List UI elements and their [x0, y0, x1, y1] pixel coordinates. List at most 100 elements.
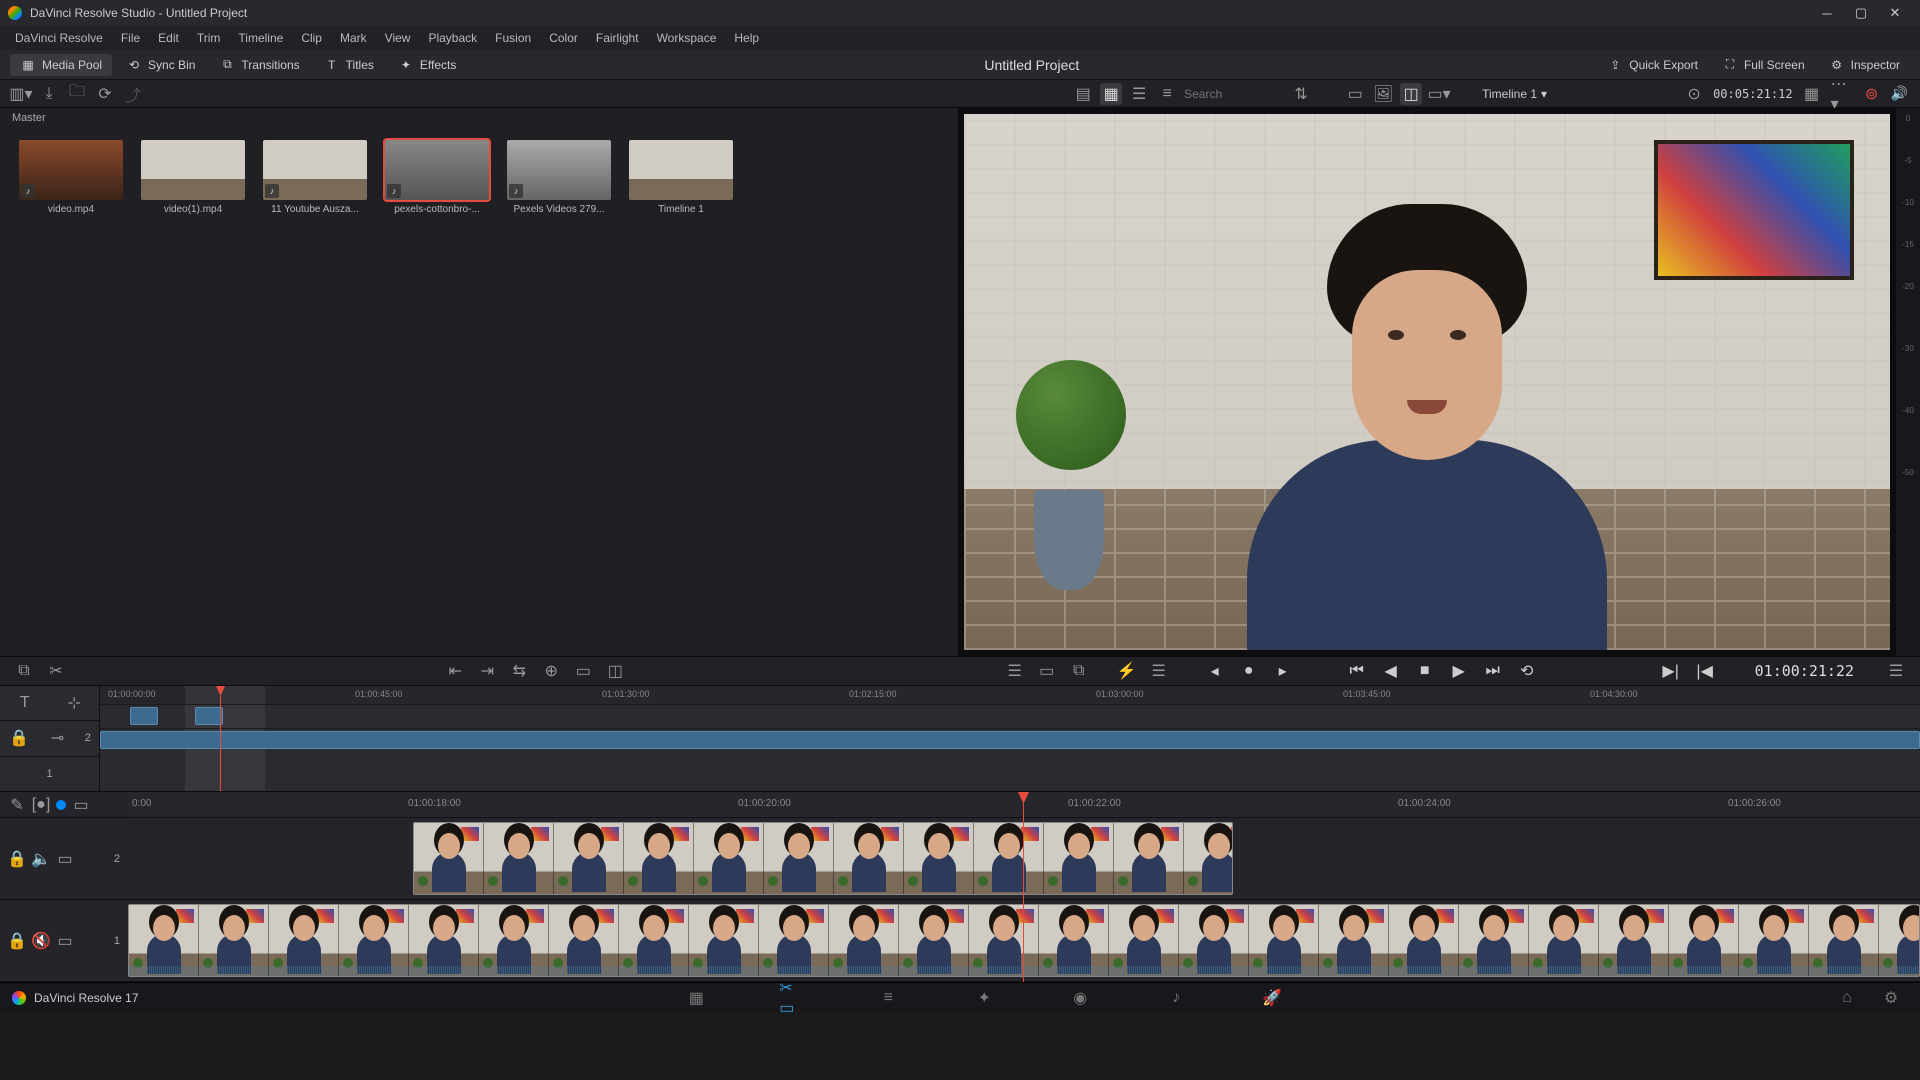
boring-detector-button[interactable]: ⧉	[12, 660, 36, 682]
bin-name[interactable]: Master	[0, 108, 958, 130]
flag-button[interactable]: ▭	[72, 796, 90, 814]
source-overwrite-button[interactable]: ◫	[603, 660, 627, 682]
dual-viewer-button[interactable]: ◫	[1400, 83, 1422, 105]
loop-button[interactable]: ⊚	[1861, 83, 1883, 105]
import-media-button[interactable]: ⤓	[38, 83, 60, 105]
close-button[interactable]: ✕	[1878, 3, 1912, 23]
viewer-options-button[interactable]: ▦	[1801, 83, 1823, 105]
prev-edit-button[interactable]: |◀	[1693, 659, 1717, 683]
video-track-2[interactable]	[128, 818, 1920, 900]
full-screen-button[interactable]: ⛶Full Screen	[1712, 54, 1815, 76]
menu-color[interactable]: Color	[540, 31, 587, 45]
marker-color-indicator[interactable]	[56, 800, 66, 810]
timeline-mode-b-button[interactable]: ⊹	[63, 692, 85, 714]
media-page-button[interactable]: ▦	[683, 985, 709, 1011]
menu-trim[interactable]: Trim	[188, 31, 230, 45]
timeline-view-options-button[interactable]: ☰	[1884, 660, 1908, 682]
track-mute-v1[interactable]: 🔇	[32, 932, 50, 950]
menu-help[interactable]: Help	[725, 31, 768, 45]
jog-right-button[interactable]: ▸	[1271, 659, 1295, 683]
record-timecode[interactable]: 01:00:21:22	[1737, 662, 1872, 680]
strip-view-button[interactable]: ☰	[1128, 83, 1150, 105]
media-clip-item[interactable]: video(1).mp4	[138, 140, 248, 215]
upper-timeline-body[interactable]: 01:00:00:00 01:00:45:00 01:01:30:00 01:0…	[100, 686, 1920, 791]
menu-file[interactable]: File	[112, 31, 149, 45]
media-clip-item[interactable]: ♪video.mp4	[16, 140, 126, 215]
media-clip-item[interactable]: ♪pexels-cottonbro-...	[382, 140, 492, 215]
place-on-top-button[interactable]: ▭	[571, 660, 595, 682]
track-mute-v2[interactable]: 🔈	[32, 850, 50, 868]
video-track-1[interactable]	[128, 900, 1920, 982]
loop-playback-button[interactable]: ⟲	[1515, 659, 1539, 683]
home-button[interactable]: ⌂	[1834, 985, 1860, 1011]
first-frame-button[interactable]: ⏮	[1345, 659, 1369, 683]
color-page-button[interactable]: ◉	[1067, 985, 1093, 1011]
timeline-mode-a-button[interactable]: T	[14, 692, 36, 714]
prev-frame-button[interactable]: ◀	[1379, 659, 1403, 683]
menu-edit[interactable]: Edit	[149, 31, 188, 45]
menu-view[interactable]: View	[376, 31, 420, 45]
image-mode-button[interactable]: 🖼	[1372, 83, 1394, 105]
video-clip-v1[interactable]	[128, 904, 1920, 977]
split-clip-button[interactable]: ✂	[44, 660, 68, 682]
menu-workspace[interactable]: Workspace	[648, 31, 726, 45]
fairlight-page-button[interactable]: ♪	[1163, 985, 1189, 1011]
project-settings-button[interactable]: ⚙	[1878, 985, 1904, 1011]
menu-fusion[interactable]: Fusion	[486, 31, 540, 45]
jog-center-button[interactable]: ●	[1237, 659, 1261, 683]
search-input[interactable]	[1184, 87, 1284, 101]
match-frame-button[interactable]: ⊙	[1683, 83, 1705, 105]
bypass-dropdown[interactable]: ⋯▾	[1831, 83, 1853, 105]
timeline-options-button[interactable]: ☰	[1147, 660, 1171, 682]
ripple-overwrite-button[interactable]: ⇆	[507, 660, 531, 682]
stop-button[interactable]: ■	[1413, 659, 1437, 683]
menu-fairlight[interactable]: Fairlight	[587, 31, 648, 45]
export-bin-button[interactable]: ⤴	[122, 83, 144, 105]
media-clip-item[interactable]: Timeline 1	[626, 140, 736, 215]
import-folder-button[interactable]: 🗀	[66, 83, 88, 105]
cut-page-button[interactable]: ✂▭	[779, 985, 805, 1011]
upper-timeline-ruler[interactable]: 01:00:00:00 01:00:45:00 01:01:30:00 01:0…	[100, 686, 1920, 704]
menu-clip[interactable]: Clip	[292, 31, 331, 45]
tools-dropdown[interactable]: ☰	[1003, 660, 1027, 682]
close-up-button[interactable]: ⊕	[539, 660, 563, 682]
sort-button[interactable]: ⇅	[1290, 83, 1312, 105]
timeline-selector[interactable]: Timeline 1▾	[1482, 87, 1547, 101]
menu-timeline[interactable]: Timeline	[229, 31, 292, 45]
overview-clip[interactable]	[100, 731, 1920, 749]
sync-lock-button[interactable]: ⊸	[46, 727, 68, 749]
quick-export-button[interactable]: ⇪Quick Export	[1597, 54, 1708, 76]
menu-playback[interactable]: Playback	[419, 31, 486, 45]
next-frame-button[interactable]: ⏭	[1481, 659, 1505, 683]
track-enable-v2[interactable]: ▭	[56, 850, 74, 868]
effects-toggle[interactable]: ✦Effects	[388, 54, 466, 76]
marker-button[interactable]: [●]	[32, 796, 50, 814]
edit-page-button[interactable]: ≡	[875, 985, 901, 1011]
transition-button[interactable]: ⧉	[1067, 660, 1091, 682]
track-lock-v2[interactable]: 🔒	[8, 850, 26, 868]
maximize-button[interactable]: ▢	[1844, 3, 1878, 23]
fusion-page-button[interactable]: ✦	[971, 985, 997, 1011]
append-button[interactable]: ⇥	[475, 660, 499, 682]
viewer-mode-dropdown[interactable]: ▭▾	[1428, 83, 1450, 105]
overview-clip[interactable]	[130, 707, 158, 725]
lower-playhead[interactable]	[1023, 792, 1024, 982]
single-viewer-button[interactable]: ▭	[1344, 83, 1366, 105]
sync-button[interactable]: ⟳	[94, 83, 116, 105]
next-edit-button[interactable]: ▶|	[1659, 659, 1683, 683]
titles-toggle[interactable]: TTitles	[314, 54, 384, 76]
video-clip-v2[interactable]	[413, 822, 1233, 895]
transitions-toggle[interactable]: ⧉Transitions	[209, 54, 309, 76]
play-button[interactable]: ▶	[1447, 659, 1471, 683]
snap-button[interactable]: ✎	[8, 796, 26, 814]
track-enable-v1[interactable]: ▭	[56, 932, 74, 950]
media-clip-item[interactable]: ♪11 Youtube Ausza...	[260, 140, 370, 215]
media-pool-toggle[interactable]: ▦Media Pool	[10, 54, 112, 76]
track-lock-v1[interactable]: 🔒	[8, 932, 26, 950]
dynamic-trim-button[interactable]: ▭	[1035, 660, 1059, 682]
viewer-canvas[interactable]	[958, 108, 1896, 656]
sync-bin-toggle[interactable]: ⟲Sync Bin	[116, 54, 205, 76]
list-view-button[interactable]: ≡	[1156, 83, 1178, 105]
bin-list-dropdown[interactable]: ▥▾	[10, 83, 32, 105]
lock-tracks-button[interactable]: 🔒	[8, 727, 30, 749]
